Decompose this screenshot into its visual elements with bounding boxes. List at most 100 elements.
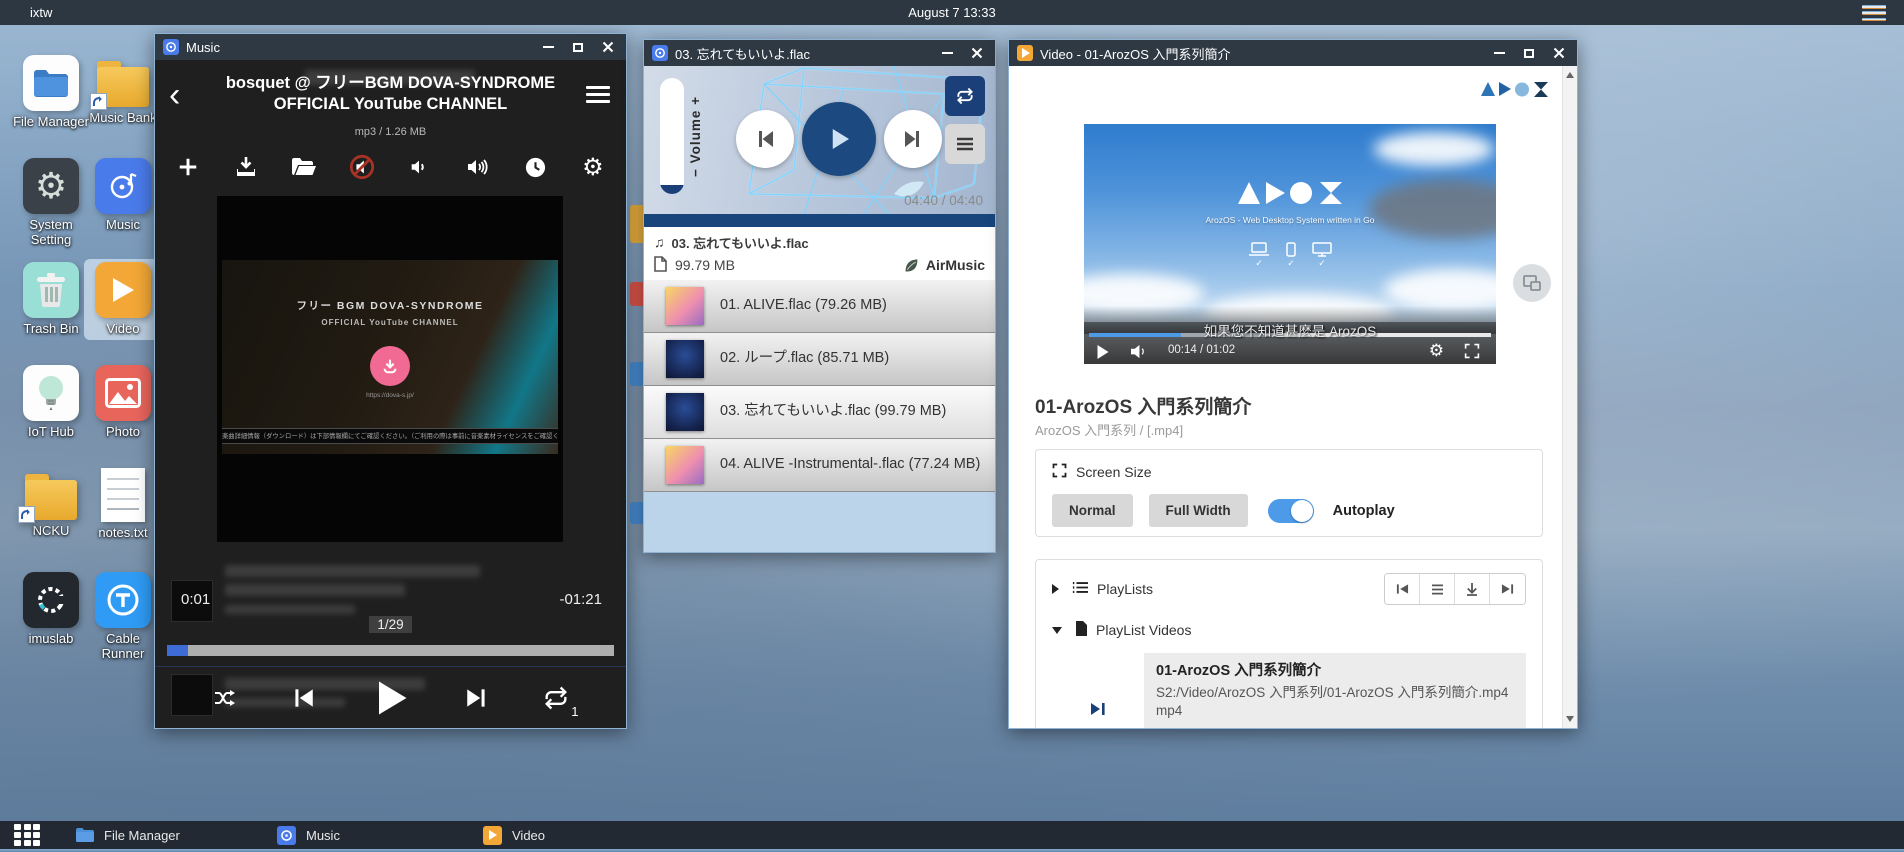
maximize-button[interactable] (570, 39, 586, 55)
volume-fill (660, 185, 684, 194)
art-download-badge (370, 346, 410, 386)
flac-seek-bar[interactable] (644, 214, 995, 227)
scroll-down-arrow[interactable] (1566, 716, 1574, 722)
seek-bar[interactable] (167, 645, 614, 656)
full-width-button[interactable]: Full Width (1149, 494, 1248, 527)
desktop-icon-label: System Setting (12, 218, 90, 247)
taskbar: File Manager Music Video (0, 821, 1904, 849)
minimize-button[interactable] (540, 39, 556, 55)
file-manager-icon (75, 826, 94, 845)
desktop-icon-music[interactable]: Music (84, 158, 162, 233)
taskbar-item-file-manager[interactable]: File Manager (75, 821, 180, 849)
queue-list-button[interactable] (1420, 574, 1455, 604)
hidden-icon-sliver (630, 502, 643, 524)
taskbar-item-label: Music (306, 828, 340, 843)
playlist-menu-button[interactable] (945, 124, 985, 164)
desktop-icon-cable-runner[interactable]: Cable Runner (84, 572, 162, 661)
back-button[interactable]: ‹ (169, 78, 180, 112)
shuffle-button[interactable] (212, 686, 238, 710)
autoplay-toggle[interactable] (1268, 499, 1314, 523)
scroll-up-arrow[interactable] (1566, 72, 1574, 78)
video-play-button[interactable] (1096, 345, 1109, 359)
app-grid-button[interactable] (14, 824, 40, 846)
skip-back-button[interactable] (1385, 574, 1420, 604)
video-volume-button[interactable] (1130, 344, 1147, 359)
playlist-video-item[interactable]: 01-ArozOS 入門系列簡介 S2:/Video/ArozOS 入門系列/0… (1052, 653, 1526, 728)
settings-gear-button[interactable]: ⚙ (580, 154, 606, 180)
download-button[interactable] (233, 154, 259, 180)
track-row[interactable]: 02. ループ.flac (85.71 MB) (644, 333, 995, 386)
playlist-videos-collapse-caret[interactable] (1052, 627, 1062, 634)
laptop-icon: ✓ (1248, 242, 1270, 269)
video-window: Video - 01-ArozOS 入門系列簡介 (1008, 39, 1578, 729)
repeat-button[interactable] (945, 76, 985, 116)
bulb-icon (23, 365, 79, 421)
track-row[interactable]: 01. ALIVE.flac (79.26 MB) (644, 280, 995, 333)
previous-track-button[interactable] (736, 110, 794, 168)
screen-size-icon (1052, 463, 1067, 481)
skip-next-button[interactable] (1490, 574, 1525, 604)
track-row[interactable]: 04. ALIVE -Instrumental-.flac (77.24 MB) (644, 439, 995, 492)
volume-slider[interactable] (660, 78, 684, 194)
gear-icon: ⚙ (23, 158, 79, 214)
play-button[interactable] (802, 102, 876, 176)
mute-icon[interactable] (349, 154, 375, 180)
desktop-icon-iot-hub[interactable]: IoT Hub (12, 365, 90, 440)
play-button[interactable] (368, 676, 412, 720)
video-window-titlebar[interactable]: Video - 01-ArozOS 入門系列簡介 (1009, 40, 1577, 66)
music-window-titlebar[interactable]: Music (155, 34, 626, 60)
taskbar-item-music[interactable]: Music (277, 821, 340, 849)
desktop-icon-trash-bin[interactable]: Trash Bin (12, 262, 90, 337)
download-video-button[interactable] (1455, 574, 1490, 604)
flac-player-area: − Volume + 04:40 / 04:40 (644, 66, 995, 214)
playlist-menu-button[interactable] (586, 86, 610, 103)
close-button[interactable] (969, 45, 985, 61)
flac-window-titlebar[interactable]: 03. 忘れてもいいよ.flac (644, 40, 995, 66)
next-button[interactable] (464, 685, 490, 711)
art-caption-bar: 楽曲詳細情報（ダウンロード）は下部情報欄にてご確認ください。（ご利用の際は事前に… (222, 428, 558, 444)
float-window-button[interactable] (1513, 264, 1551, 302)
volume-low-button[interactable] (406, 154, 432, 180)
desktop-icon-file-manager[interactable]: File Manager (12, 55, 90, 130)
close-button[interactable] (600, 39, 616, 55)
file-manager-icon (23, 55, 79, 111)
close-button[interactable] (1551, 45, 1567, 61)
video-player[interactable]: ArozOS - Web Desktop System written in G… (1084, 124, 1496, 364)
desktop-icon-imuslab[interactable]: imuslab (12, 572, 90, 647)
current-track-size: 99.79 MB (675, 257, 735, 273)
fullscreen-button[interactable] (1464, 343, 1480, 359)
desktop-icon-music-bank[interactable]: Music Bank (84, 55, 162, 126)
desktop-icon-video[interactable]: Video (84, 259, 162, 340)
flac-seek-fill (644, 214, 995, 227)
seek-handle[interactable] (167, 645, 188, 656)
track-row-selected[interactable]: 03. 忘れてもいいよ.flac (99.79 MB) (644, 386, 995, 439)
maximize-button[interactable] (1521, 45, 1537, 61)
volume-high-button[interactable] (464, 154, 490, 180)
blurred-list-text (225, 565, 480, 577)
music-toolbar: ⚙ (175, 154, 606, 180)
add-button[interactable] (175, 154, 201, 180)
open-folder-button[interactable] (291, 154, 317, 180)
desktop-icon-system-setting[interactable]: ⚙ System Setting (12, 158, 90, 247)
screen-size-card: Screen Size Normal Full Width Autoplay (1035, 449, 1543, 537)
next-track-button[interactable] (884, 110, 942, 168)
desktop-icon-photo[interactable]: Photo (84, 365, 162, 440)
minimize-button[interactable] (939, 45, 955, 61)
repeat-one-button[interactable]: 1 (542, 684, 570, 712)
video-settings-gear[interactable]: ⚙ (1429, 341, 1444, 361)
topbar-menu-icon[interactable] (1862, 5, 1886, 21)
desktop-icon-notes-txt[interactable]: notes.txt (84, 468, 162, 541)
scrollbar[interactable] (1562, 66, 1577, 728)
blurred-list-text (225, 584, 405, 596)
previous-button[interactable] (290, 685, 316, 711)
taskbar-item-video[interactable]: Video (483, 821, 545, 849)
airmusic-cast-button[interactable]: AirMusic (903, 257, 985, 274)
normal-size-button[interactable]: Normal (1052, 494, 1133, 527)
minimize-button[interactable] (1491, 45, 1507, 61)
desktop-icon-ncku[interactable]: NCKU (12, 468, 90, 539)
playlists-expand-caret[interactable] (1052, 584, 1059, 594)
history-clock-button[interactable] (522, 154, 548, 180)
music-note-icon: ♫ (654, 234, 665, 250)
playlist-item-title: 01-ArozOS 入門系列簡介 (1156, 662, 1508, 682)
track-list: 01. ALIVE.flac (79.26 MB) 02. ループ.flac (… (644, 280, 995, 492)
